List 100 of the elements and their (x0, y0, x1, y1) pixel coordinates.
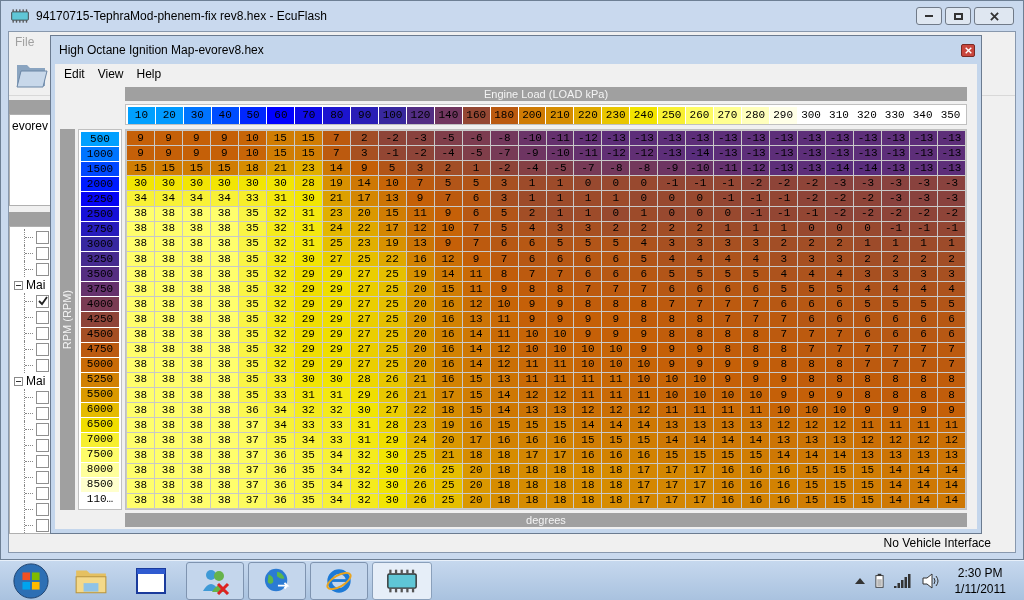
table-cell[interactable]: 14 (910, 478, 938, 493)
table-cell[interactable]: 6 (602, 251, 630, 267)
table-cell[interactable]: 20 (406, 342, 434, 357)
table-cell[interactable]: 18 (490, 478, 518, 493)
table-cell[interactable]: 14 (938, 463, 965, 478)
table-cell[interactable]: 6 (518, 236, 546, 251)
table-cell[interactable]: 33 (238, 191, 266, 206)
table-cell[interactable]: 9 (770, 388, 798, 403)
table-cell[interactable]: 25 (434, 493, 462, 508)
table-cell[interactable]: 35 (294, 448, 322, 463)
table-cell[interactable]: 14 (826, 448, 854, 463)
table-cell[interactable]: 11 (882, 418, 910, 433)
table-cell[interactable]: 38 (127, 297, 154, 312)
table-cell[interactable]: 14 (462, 342, 490, 357)
table-cell[interactable]: 23 (406, 418, 434, 433)
table-cell[interactable]: 10 (658, 372, 686, 388)
table-cell[interactable]: 31 (294, 221, 322, 236)
table-cell[interactable]: 31 (294, 206, 322, 221)
table-cell[interactable]: 9 (434, 236, 462, 251)
table-cell[interactable]: 2 (518, 206, 546, 221)
table-cell[interactable]: 5 (854, 297, 882, 312)
table-cell[interactable]: 21 (322, 191, 350, 206)
table-cell[interactable]: 7 (798, 327, 826, 342)
table-cell[interactable]: 13 (770, 433, 798, 448)
table-cell[interactable]: 8 (826, 357, 854, 372)
speaker-icon[interactable] (922, 572, 941, 589)
table-cell[interactable]: 6 (882, 327, 910, 342)
table-cell[interactable]: 22 (406, 403, 434, 418)
table-cell[interactable]: 27 (322, 251, 350, 267)
table-cell[interactable]: 34 (322, 478, 350, 493)
table-cell[interactable]: 10 (686, 388, 714, 403)
table-cell[interactable]: 21 (434, 448, 462, 463)
table-cell[interactable]: 13 (882, 448, 910, 463)
table-cell[interactable]: 7 (938, 342, 965, 357)
table-cell[interactable]: 6 (854, 312, 882, 327)
table-cell[interactable]: 38 (182, 433, 210, 448)
table-cell[interactable]: 6 (854, 327, 882, 342)
table-cell[interactable]: 38 (182, 342, 210, 357)
table-cell[interactable]: 38 (127, 357, 154, 372)
table-cell[interactable]: 37 (238, 493, 266, 508)
table-cell[interactable]: 29 (322, 312, 350, 327)
table-cell[interactable]: 25 (378, 327, 406, 342)
table-cell[interactable]: 11 (546, 357, 574, 372)
table-cell[interactable]: 14 (882, 478, 910, 493)
table-cell[interactable]: -1 (714, 176, 742, 191)
table-cell[interactable]: 17 (630, 463, 658, 478)
table-cell[interactable]: 32 (350, 463, 378, 478)
table-cell[interactable]: 10 (238, 146, 266, 161)
table-cell[interactable]: 10 (602, 342, 630, 357)
table-cell[interactable]: 10 (546, 342, 574, 357)
table-cell[interactable]: 2 (602, 221, 630, 236)
table-cell[interactable]: 25 (378, 342, 406, 357)
table-cell[interactable]: 38 (210, 297, 238, 312)
table-cell[interactable]: 1 (518, 191, 546, 206)
table-cell[interactable]: 14 (350, 176, 378, 191)
checkbox[interactable] (36, 390, 49, 404)
table-cell[interactable]: 5 (630, 251, 658, 267)
table-cell[interactable]: 10 (378, 176, 406, 191)
table-cell[interactable]: 10 (658, 388, 686, 403)
table-cell[interactable]: 15 (742, 448, 770, 463)
table-cell[interactable]: 15 (462, 403, 490, 418)
table-cell[interactable]: 6 (826, 312, 854, 327)
table-cell[interactable]: 38 (182, 206, 210, 221)
table-cell[interactable]: 11 (854, 418, 882, 433)
table-cell[interactable]: 7 (686, 297, 714, 312)
table-cell[interactable]: 14 (658, 433, 686, 448)
table-cell[interactable]: 9 (154, 146, 182, 161)
table-cell[interactable]: 14 (686, 433, 714, 448)
table-cell[interactable]: 38 (182, 312, 210, 327)
table-cell[interactable]: 35 (238, 206, 266, 221)
taskbar-button[interactable] (186, 561, 244, 600)
table-cell[interactable]: 38 (127, 433, 154, 448)
table-cell[interactable]: 21 (266, 161, 294, 176)
table-cell[interactable]: 12 (882, 433, 910, 448)
close-button[interactable] (974, 7, 1014, 25)
table-cell[interactable]: 30 (154, 176, 182, 191)
table-cell[interactable]: 7 (742, 312, 770, 327)
table-cell[interactable]: 29 (294, 342, 322, 357)
table-cell[interactable]: 10 (686, 372, 714, 388)
table-cell[interactable]: 15 (378, 206, 406, 221)
table-cell[interactable]: 6 (490, 236, 518, 251)
table-cell[interactable]: 15 (462, 388, 490, 403)
table-cell[interactable]: 32 (350, 493, 378, 508)
table-cell[interactable]: 35 (238, 388, 266, 403)
checkbox[interactable] (36, 358, 49, 372)
checkbox[interactable] (36, 486, 49, 500)
table-cell[interactable]: 38 (182, 478, 210, 493)
table-cell[interactable]: 30 (378, 448, 406, 463)
table-cell[interactable]: 16 (770, 478, 798, 493)
table-cell[interactable]: 38 (182, 418, 210, 433)
table-cell[interactable]: 6 (882, 312, 910, 327)
table-cell[interactable]: 5 (546, 236, 574, 251)
table-cell[interactable]: 17 (686, 493, 714, 508)
table-cell[interactable]: 6 (910, 312, 938, 327)
table-cell[interactable]: 16 (770, 463, 798, 478)
table-cell[interactable]: 16 (518, 433, 546, 448)
table-cell[interactable]: 2 (350, 131, 378, 146)
table-cell[interactable]: 38 (154, 463, 182, 478)
table-cell[interactable]: 8 (658, 312, 686, 327)
table-cell[interactable]: 12 (462, 297, 490, 312)
